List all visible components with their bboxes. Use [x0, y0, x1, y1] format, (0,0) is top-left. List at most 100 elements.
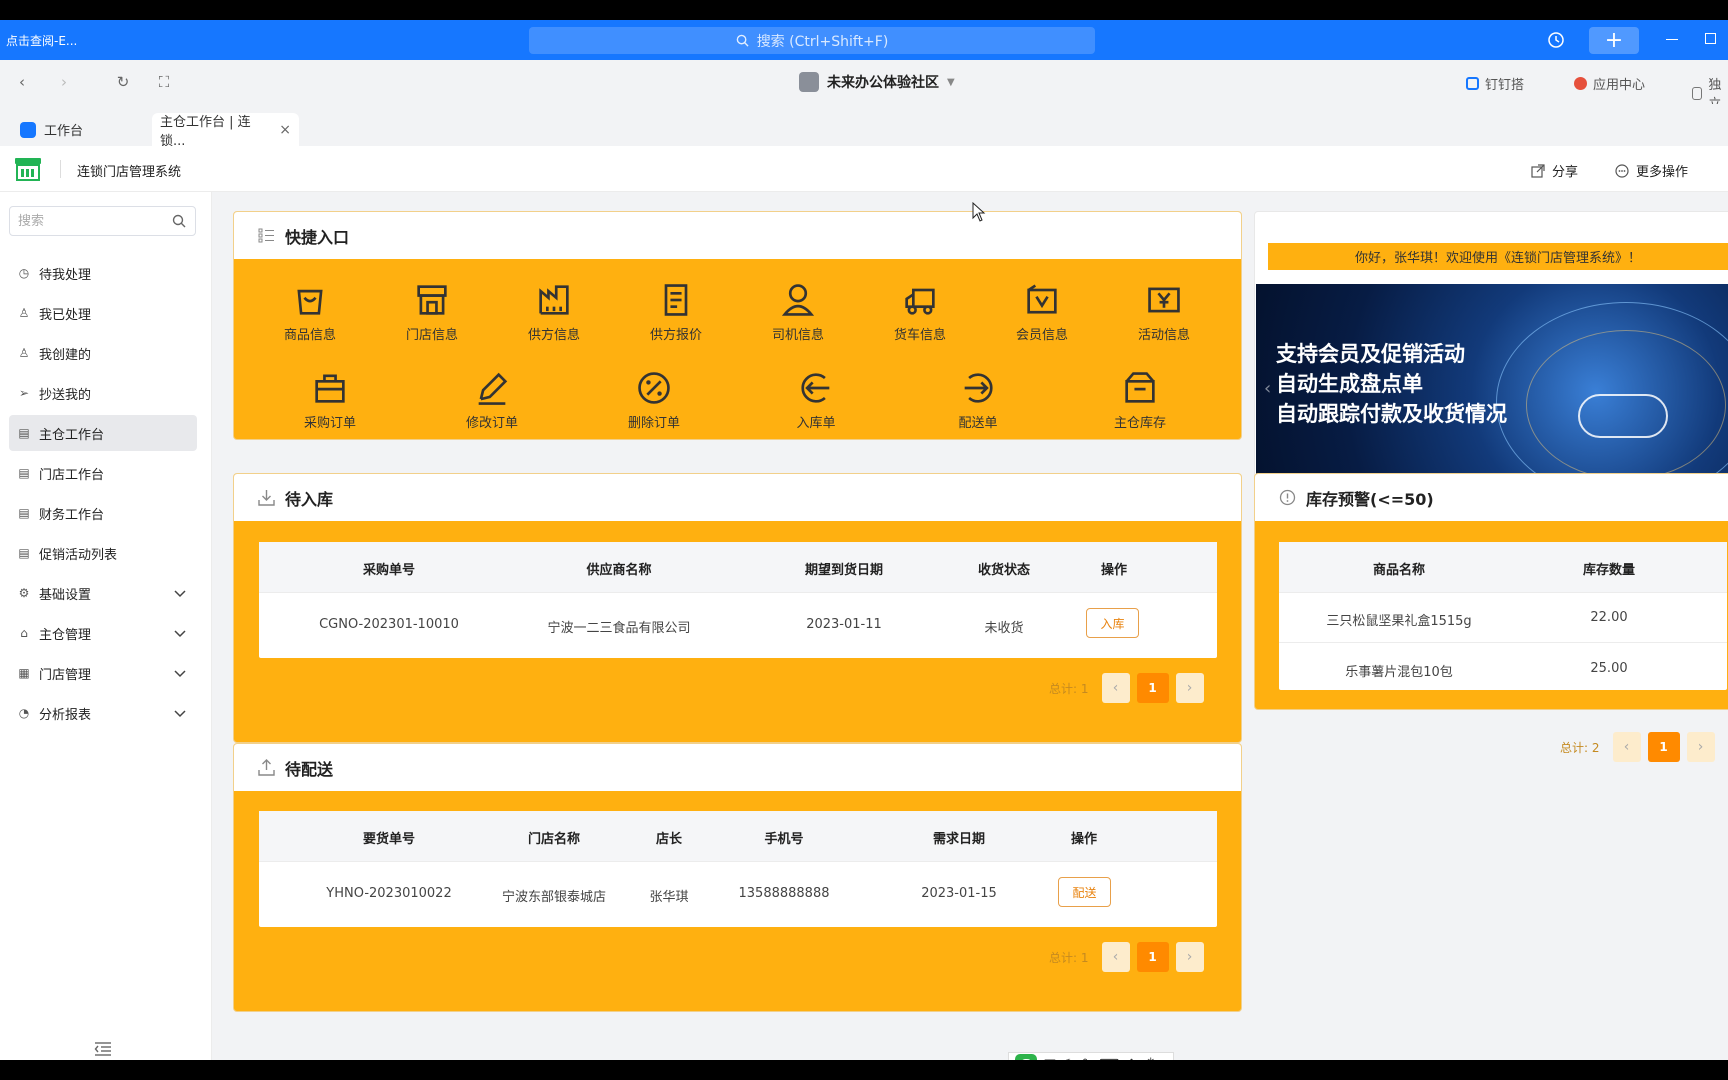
sidebar-item[interactable]: ▦ 门店管理 [9, 655, 197, 691]
sidebar-item[interactable]: ▤ 促销活动列表 [9, 535, 197, 571]
prev-page-icon[interactable]: ‹ [1612, 732, 1641, 762]
current-page[interactable]: 1 [1647, 732, 1680, 762]
sidebar-item[interactable]: ➢ 抄送我的 [9, 375, 197, 411]
prev-page-icon[interactable]: ‹ [1101, 942, 1130, 972]
chevron-down-icon[interactable] [173, 586, 187, 600]
share-label: 分享 [1552, 165, 1579, 180]
moon-icon[interactable]: ☾ [1063, 1057, 1076, 1060]
quick-entry-member[interactable]: 会员信息 [997, 280, 1087, 343]
quick-entry-promotion[interactable]: 活动信息 [1119, 280, 1209, 343]
punctuation-icon[interactable]: °, [1082, 1057, 1093, 1060]
sidebar-item-label: 分析报表 [39, 707, 92, 723]
tab-bar: 工作台 主仓工作台 | 连锁... × [0, 104, 1728, 149]
quick-entry-driver[interactable]: 司机信息 [753, 280, 843, 343]
chevron-down-icon[interactable] [173, 626, 187, 640]
sidebar-search[interactable] [9, 206, 196, 236]
sidebar-item[interactable]: ♙ 我已处理 [9, 295, 197, 331]
sidebar-item[interactable]: ▤ 财务工作台 [9, 495, 197, 531]
sidebar-item[interactable]: ♙ 我创建的 [9, 335, 197, 371]
purchase-order-number: CGNO-202301-10010 [319, 617, 459, 632]
ime-mode[interactable]: 五 [1043, 1055, 1057, 1060]
sidebar-item[interactable]: ◷ 待我处理 [9, 255, 197, 291]
quick-entry-card: 快捷入口 商品信息 门店信息 供方信息 供方报价 司机信息 货车信息 会员信息 活动信息 采购… [233, 211, 1242, 440]
collapse-sidebar-icon[interactable] [94, 1042, 112, 1056]
stock-quantity: 25.00 [1590, 661, 1628, 676]
title-bar: 点击查阅-E... 搜索 (Ctrl+Shift+F) + [0, 20, 1728, 60]
deliver-button[interactable]: 配送 [1058, 877, 1111, 907]
prev-page-icon[interactable]: ‹ [1101, 673, 1130, 703]
delivery-title: 待配送 [285, 759, 334, 779]
column-header: 供应商名称 [586, 563, 652, 578]
tab-main-warehouse[interactable]: 主仓工作台 | 连锁... × [152, 113, 299, 149]
phone-number: 13588888888 [738, 886, 830, 901]
quick-entry-title: 快捷入口 [285, 227, 350, 247]
quick-entry-label: 删除订单 [627, 416, 680, 431]
sidebar-item[interactable]: ◔ 分析报表 [9, 695, 197, 731]
stock-in-button[interactable]: 入库 [1086, 608, 1139, 638]
product-name: 乐事薯片混包10包 [1345, 665, 1453, 680]
banner-line-3: 自动跟踪付款及收货情况 [1276, 402, 1507, 426]
stock-alert-header: 库存预警(<=50) [1255, 474, 1728, 521]
quick-entry-warehouse-stock[interactable]: 主仓库存 [1095, 368, 1185, 431]
app-center-link[interactable]: 应用中心 [1574, 74, 1645, 93]
chevron-down-icon[interactable] [173, 666, 187, 680]
grid-icon[interactable]: ⁂ [1144, 1057, 1158, 1060]
upload-icon [258, 759, 275, 776]
history-icon[interactable] [1547, 31, 1565, 49]
product-name: 三只松鼠坚果礼盒1515g [1326, 614, 1472, 629]
current-page[interactable]: 1 [1136, 942, 1169, 972]
quick-entry-quote[interactable]: 供方报价 [631, 280, 721, 343]
back-icon[interactable]: ‹ [14, 74, 30, 90]
store-icon [417, 285, 447, 315]
refresh-icon[interactable]: ↻ [115, 74, 131, 90]
user-icon[interactable]: ♟ [1125, 1057, 1138, 1060]
clock-icon: ◷ [18, 266, 30, 280]
workspace-switcher[interactable]: 未来办公体验社区 ▼ [799, 72, 955, 92]
sidebar-item[interactable]: ⌂ 主仓管理 [9, 615, 197, 651]
quick-entry-supplier[interactable]: 供方信息 [509, 280, 599, 343]
restore-icon[interactable] [1705, 33, 1716, 44]
workspace-name: 未来办公体验社区 [827, 75, 939, 91]
next-page-icon[interactable]: › [1175, 942, 1204, 972]
more-actions-button[interactable]: 更多操作 [1615, 161, 1688, 180]
chevron-down-icon[interactable] [173, 706, 187, 720]
next-page-icon[interactable]: › [1686, 732, 1715, 762]
store-logo-icon [15, 158, 41, 181]
quick-entry-label: 配送单 [958, 416, 998, 431]
sidebar-item-label: 门店工作台 [39, 467, 105, 483]
quick-entry-delivery[interactable]: 配送单 [933, 368, 1023, 431]
sidebar-item-label: 财务工作台 [39, 507, 105, 523]
keyboard-icon[interactable]: ⌨ [1099, 1057, 1119, 1060]
sidebar-item[interactable]: ▤ 主仓工作台 [9, 415, 197, 451]
promo-banner[interactable]: ‹ 支持会员及促销活动 自动生成盘点单 自动跟踪付款及收货情况 [1256, 284, 1728, 480]
quick-entry-label: 会员信息 [1015, 328, 1068, 343]
sidebar-item[interactable]: ▤ 门店工作台 [9, 455, 197, 491]
close-icon[interactable]: × [279, 122, 291, 138]
share-button[interactable]: 分享 [1531, 161, 1578, 180]
quick-entry-store[interactable]: 门店信息 [387, 280, 477, 343]
dingtalk-link[interactable]: 钉钉搭 [1466, 74, 1524, 93]
quick-entry-stock-in[interactable]: 入库单 [771, 368, 861, 431]
quick-entry-label: 货车信息 [893, 328, 946, 343]
current-page[interactable]: 1 [1136, 673, 1169, 703]
forward-icon[interactable]: › [56, 74, 72, 90]
quick-entry-truck[interactable]: 货车信息 [875, 280, 965, 343]
column-header: 收货状态 [977, 563, 1030, 578]
sidebar-item[interactable]: ⚙ 基础设置 [9, 575, 197, 611]
quick-entry-edit-order[interactable]: 修改订单 [447, 368, 537, 431]
fullscreen-icon[interactable]: ⛶ [156, 74, 172, 90]
quick-entry-delete-order[interactable]: 删除订单 [609, 368, 699, 431]
quick-entry-product[interactable]: 商品信息 [265, 280, 355, 343]
user-check-icon: ♙ [18, 306, 30, 320]
new-button[interactable]: + [1589, 27, 1639, 54]
tab-workbench[interactable]: 工作台 [12, 113, 91, 146]
banner-prev-icon[interactable]: ‹ [1264, 378, 1271, 399]
next-page-icon[interactable]: › [1175, 673, 1204, 703]
search-icon[interactable] [172, 214, 186, 228]
sidebar-search-input[interactable] [10, 207, 160, 235]
quick-entry-purchase-order[interactable]: 采购订单 [285, 368, 375, 431]
sidebar-item-label: 主仓工作台 [39, 427, 105, 443]
ime-toolbar[interactable]: S 五 ☾ °, ⌨ ♟ ⁂ [1008, 1052, 1174, 1060]
global-search-box[interactable]: 搜索 (Ctrl+Shift+F) [529, 27, 1095, 54]
minimize-icon[interactable] [1666, 39, 1678, 40]
